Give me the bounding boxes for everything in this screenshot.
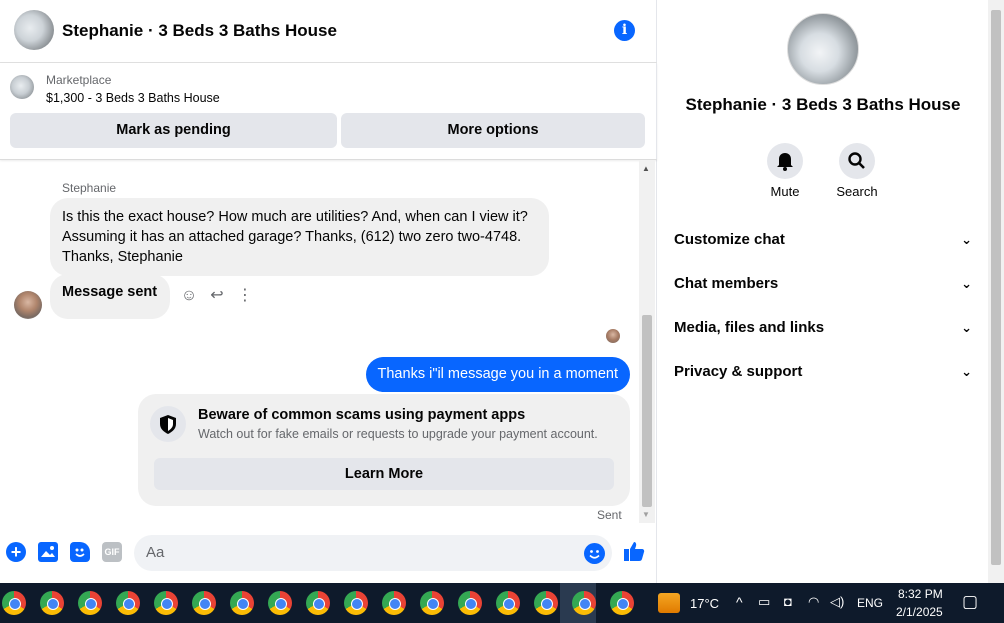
section-label: Chat members bbox=[674, 275, 779, 292]
chrome-app-icon[interactable] bbox=[116, 591, 140, 615]
chat-scrollbar[interactable]: ▲ ▼ bbox=[639, 160, 655, 523]
mute-label[interactable]: Mute bbox=[755, 184, 815, 199]
listing-title[interactable]: $1,300 - 3 Beds 3 Baths House bbox=[46, 91, 220, 105]
page-scroll-thumb[interactable] bbox=[991, 10, 1001, 565]
chevron-down-icon: ⌄ bbox=[961, 232, 972, 247]
search-icon[interactable] bbox=[839, 143, 875, 179]
camera-icon[interactable]: ◘ bbox=[784, 594, 792, 609]
learn-more-button[interactable]: Learn More bbox=[154, 458, 614, 490]
plus-icon[interactable]: + bbox=[6, 542, 26, 562]
chrome-app-icon[interactable] bbox=[610, 591, 634, 615]
message-input[interactable]: Aa bbox=[134, 535, 612, 571]
listing-thumbnail[interactable] bbox=[10, 75, 34, 99]
scroll-up-arrow[interactable]: ▲ bbox=[642, 164, 650, 173]
react-icon[interactable]: ☺ bbox=[179, 286, 199, 306]
clock-time[interactable]: 8:32 PM bbox=[898, 587, 943, 601]
chevron-down-icon: ⌄ bbox=[961, 320, 972, 335]
chrome-app-icon[interactable] bbox=[2, 591, 26, 615]
composer: + GIF Aa bbox=[0, 530, 657, 576]
scam-warning-title: Beware of common scams using payment app… bbox=[198, 407, 526, 423]
message-sent-notice[interactable]: Message sent bbox=[50, 274, 170, 319]
seen-avatar bbox=[606, 329, 620, 343]
photo-icon[interactable] bbox=[38, 542, 58, 562]
chat-panel: Stephanie · 3 Beds 3 Baths House i Marke… bbox=[0, 0, 657, 583]
chrome-app-icon[interactable] bbox=[458, 591, 482, 615]
page-scrollbar[interactable] bbox=[988, 0, 1004, 583]
bell-icon[interactable] bbox=[767, 143, 803, 179]
chrome-app-icon[interactable] bbox=[344, 591, 368, 615]
chrome-app-icon[interactable] bbox=[154, 591, 178, 615]
sender-avatar[interactable] bbox=[14, 291, 42, 319]
chrome-app-icon[interactable] bbox=[230, 591, 254, 615]
section-media-files-links[interactable]: Media, files and links ⌄ bbox=[674, 308, 972, 348]
clock-date[interactable]: 2/1/2025 bbox=[896, 605, 943, 619]
message-list: Stephanie Is this the exact house? How m… bbox=[0, 160, 640, 523]
scam-warning-subtitle: Watch out for fake emails or requests to… bbox=[198, 427, 598, 441]
marketplace-bar: Marketplace $1,300 - 3 Beds 3 Baths Hous… bbox=[0, 63, 657, 160]
section-customize-chat[interactable]: Customize chat ⌄ bbox=[674, 220, 972, 260]
emoji-icon[interactable] bbox=[584, 543, 605, 564]
weather-icon[interactable] bbox=[658, 593, 680, 613]
conversation-title[interactable]: Stephanie · 3 Beds 3 Baths House bbox=[62, 21, 337, 41]
thumbs-up-icon[interactable] bbox=[623, 540, 645, 568]
reply-icon[interactable]: ↩ bbox=[207, 286, 227, 306]
more-icon[interactable]: ⋮ bbox=[235, 286, 255, 306]
chrome-app-icon[interactable] bbox=[420, 591, 444, 615]
mark-as-pending-button[interactable]: Mark as pending bbox=[10, 113, 337, 148]
scroll-down-arrow[interactable]: ▼ bbox=[642, 510, 650, 519]
section-label: Customize chat bbox=[674, 231, 785, 248]
chrome-app-icon[interactable] bbox=[382, 591, 406, 615]
wifi-icon[interactable]: ◠ bbox=[808, 594, 819, 610]
chrome-app-icon[interactable] bbox=[268, 591, 292, 615]
scam-warning-card: Beware of common scams using payment app… bbox=[138, 394, 630, 506]
gif-icon[interactable]: GIF bbox=[102, 542, 122, 562]
windows-taskbar: 17°C ^ ▭ ◘ ◠ ◁) ENG 8:32 PM 2/1/2025 ▢ bbox=[0, 583, 1004, 623]
chrome-app-icon[interactable] bbox=[534, 591, 558, 615]
notification-icon[interactable]: ▢ bbox=[962, 592, 978, 612]
language-indicator[interactable]: ENG bbox=[857, 596, 883, 610]
chrome-app-icon[interactable] bbox=[40, 591, 64, 615]
chrome-app-icon[interactable] bbox=[572, 591, 596, 615]
conversation-avatar[interactable] bbox=[14, 10, 54, 50]
section-chat-members[interactable]: Chat members ⌄ bbox=[674, 264, 972, 304]
section-label: Media, files and links bbox=[674, 319, 825, 336]
chrome-app-icon[interactable] bbox=[192, 591, 216, 615]
search-label[interactable]: Search bbox=[827, 184, 887, 199]
conversation-details-panel: Stephanie · 3 Beds 3 Baths House Mute Se… bbox=[658, 0, 988, 583]
sticker-icon[interactable] bbox=[70, 542, 90, 562]
volume-icon[interactable]: ◁) bbox=[830, 594, 844, 610]
marketplace-label: Marketplace bbox=[46, 73, 112, 87]
temperature[interactable]: 17°C bbox=[690, 596, 719, 611]
chevron-down-icon: ⌄ bbox=[961, 364, 972, 379]
chat-header: Stephanie · 3 Beds 3 Baths House i bbox=[0, 0, 657, 63]
details-avatar[interactable] bbox=[787, 13, 859, 85]
sender-name: Stephanie bbox=[62, 181, 117, 195]
chevron-down-icon: ⌄ bbox=[961, 276, 972, 291]
chrome-app-icon[interactable] bbox=[78, 591, 102, 615]
incoming-message[interactable]: Is this the exact house? How much are ut… bbox=[50, 198, 549, 276]
chrome-app-icon[interactable] bbox=[306, 591, 330, 615]
battery-icon[interactable]: ▭ bbox=[758, 594, 770, 610]
section-privacy-support[interactable]: Privacy & support ⌄ bbox=[674, 352, 972, 392]
scroll-thumb[interactable] bbox=[642, 315, 652, 507]
outgoing-message[interactable]: Thanks i"il message you in a moment bbox=[365, 357, 630, 392]
section-label: Privacy & support bbox=[674, 363, 803, 380]
shield-icon bbox=[150, 406, 186, 442]
details-title: Stephanie · 3 Beds 3 Baths House bbox=[685, 95, 961, 114]
info-icon[interactable]: i bbox=[614, 20, 635, 41]
chevron-up-icon[interactable]: ^ bbox=[736, 594, 743, 610]
messenger-window: Stephanie · 3 Beds 3 Baths House i Marke… bbox=[0, 0, 1004, 583]
more-options-button[interactable]: More options bbox=[341, 113, 645, 148]
message-status: Sent bbox=[597, 508, 622, 522]
chrome-app-icon[interactable] bbox=[496, 591, 520, 615]
